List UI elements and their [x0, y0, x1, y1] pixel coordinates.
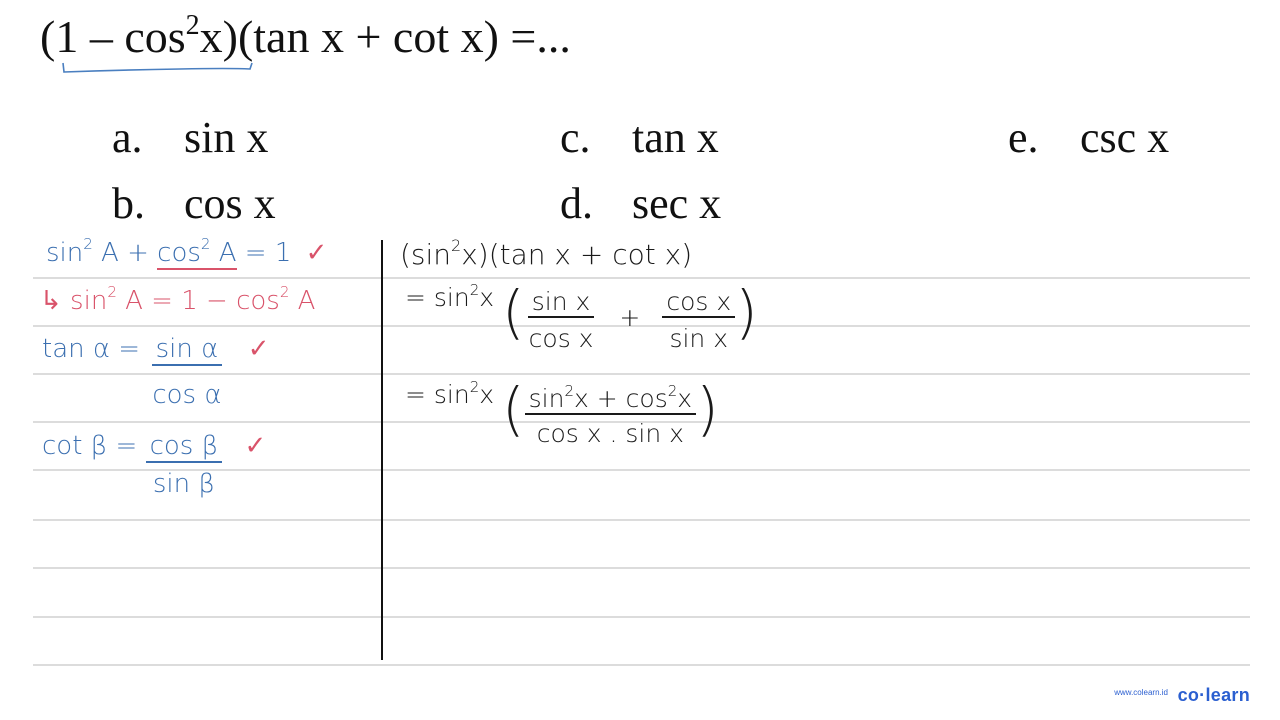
pythagorean-identity: sin2 A + cos2 A A = 1 = 1 ✓ [46, 235, 328, 270]
tan-definition: tan α = sin α cos α ✓ [42, 334, 270, 410]
question-text: (1 – cos2x)(tan x + cot x) =... [40, 10, 571, 63]
underlined-cos: cos2 A [157, 235, 237, 270]
close-paren: ) [696, 375, 719, 443]
arrow-icon: ↳ [40, 286, 62, 316]
option-value: csc x [1080, 113, 1170, 162]
cot-definition: cot β = cos β sin β ✓ [42, 431, 267, 499]
option-value: sin x [184, 113, 269, 162]
question-prefix: (1 – cos [40, 11, 186, 62]
checkmark-icon: ✓ [305, 238, 328, 268]
open-paren: ( [502, 375, 525, 443]
working-step-1: (sin2x)(tan x + cot x) [400, 236, 693, 272]
option-label: a. [112, 113, 143, 162]
option-d[interactable]: d. sec x [560, 178, 721, 229]
checkmark-icon: ✓ [247, 334, 270, 364]
open-paren: ( [502, 278, 525, 346]
option-label: b. [112, 179, 145, 228]
question-suffix: x)(tan x + cot x) =... [199, 11, 571, 62]
fraction: cos β sin β [145, 431, 223, 499]
column-divider [381, 240, 383, 660]
derived-identity: ↳ sin2 A = 1 − cos2 A [40, 283, 316, 317]
underline-bracket [62, 62, 253, 73]
ruled-line [33, 277, 1250, 279]
question-exponent: 2 [185, 10, 200, 41]
fraction: sin2x + cos2x cos x . sin x [524, 384, 697, 448]
option-label: c. [560, 113, 591, 162]
checkmark-icon: ✓ [244, 431, 267, 461]
working-step-2: = sin2x (sin x cos x + cos x sin x) [405, 278, 758, 354]
option-value: sec x [632, 179, 722, 228]
option-c[interactable]: c. tan x [560, 112, 719, 163]
option-label: e. [1008, 113, 1039, 162]
fraction: sin x cos x [527, 287, 595, 353]
option-value: tan x [632, 113, 719, 162]
option-e[interactable]: e. csc x [1008, 112, 1169, 163]
ruled-line [33, 664, 1250, 666]
option-a[interactable]: a. sin x [112, 112, 268, 163]
fraction: cos x sin x [662, 287, 736, 353]
option-value: cos x [184, 179, 276, 228]
ruled-line [33, 567, 1250, 569]
ruled-line [33, 616, 1250, 618]
option-label: d. [560, 179, 593, 228]
ruled-line [33, 519, 1250, 521]
colearn-logo: co·learn [1177, 685, 1250, 705]
fraction: sin α cos α [151, 334, 223, 410]
option-b[interactable]: b. cos x [112, 178, 276, 229]
close-paren: ) [735, 278, 758, 346]
colearn-url[interactable]: www.colearn.id [1114, 688, 1168, 697]
working-step-3: = sin2x (sin2x + cos2x cos x . sin x) [405, 375, 719, 449]
